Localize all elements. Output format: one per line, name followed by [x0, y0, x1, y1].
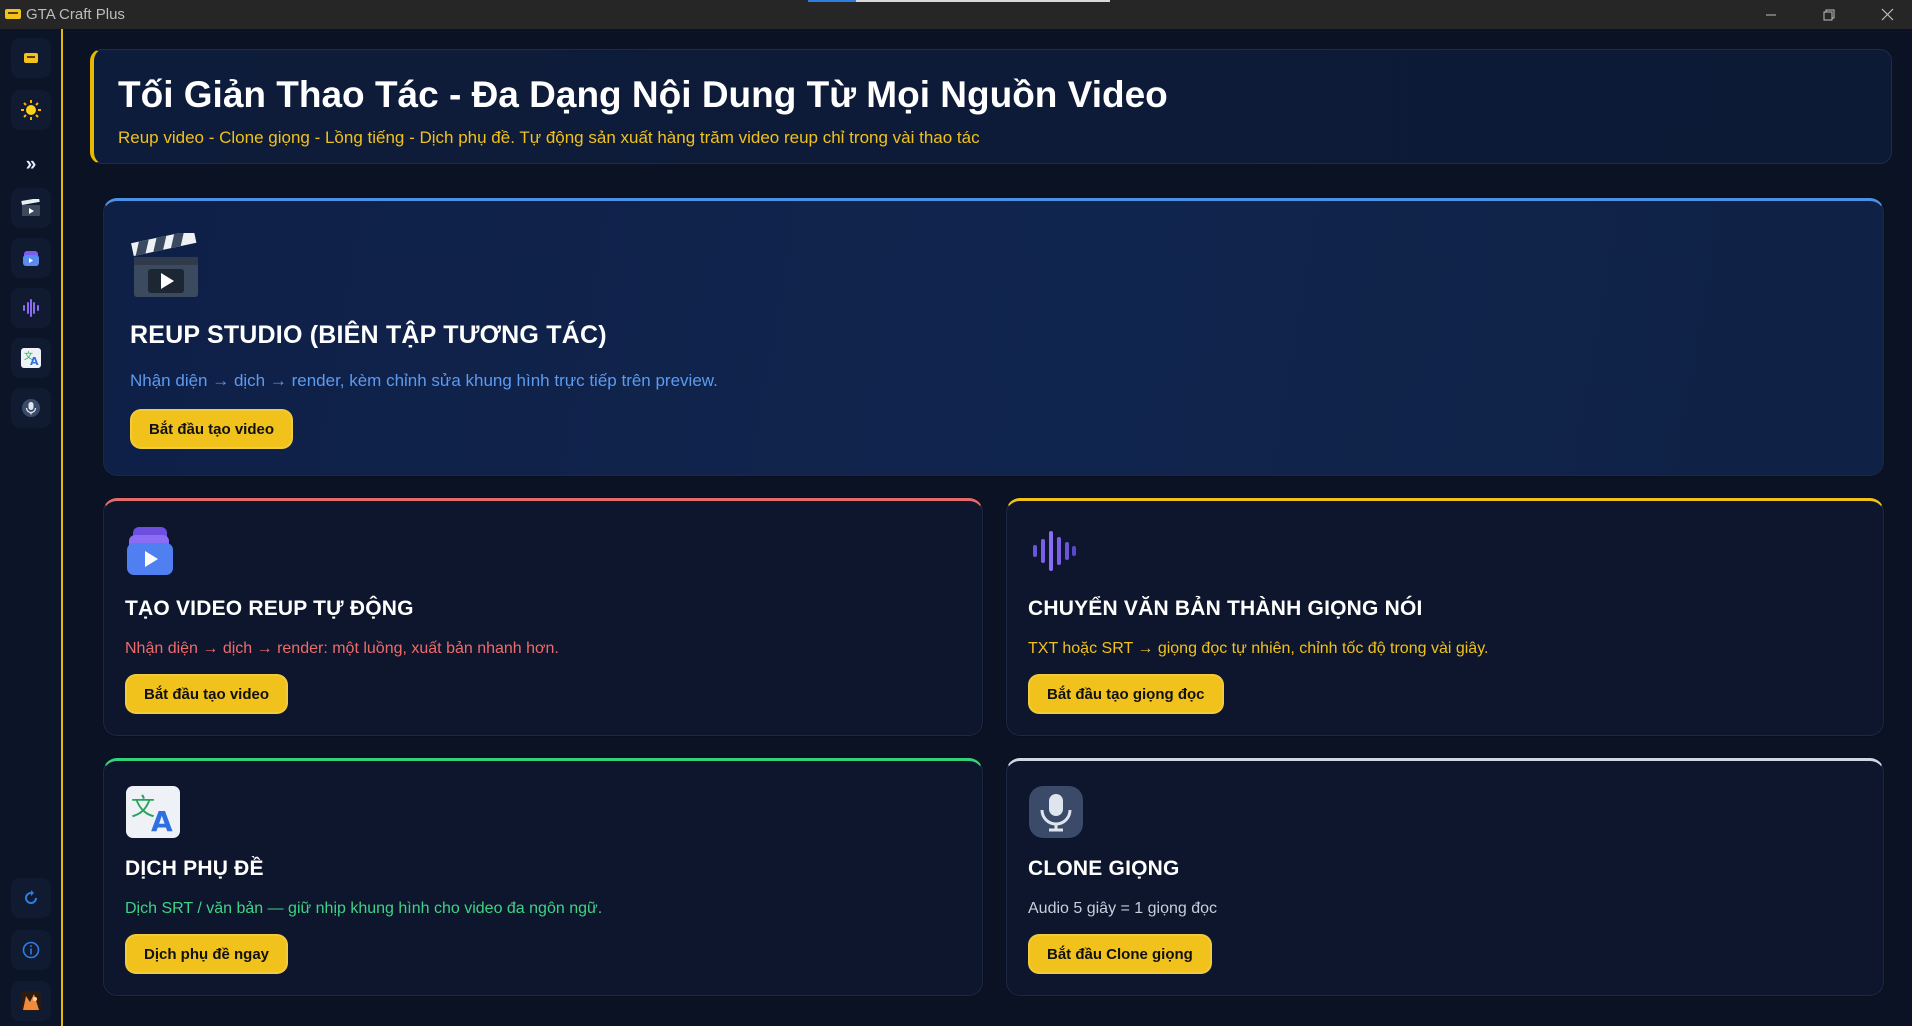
translate-icon: 文 A: [126, 786, 180, 838]
window-title: GTA Craft Plus: [26, 6, 125, 23]
start-voice-clone-button[interactable]: Bắt đầu Clone giọng: [1028, 934, 1212, 974]
info-icon: [22, 941, 40, 959]
expand-chevrons-icon: »: [25, 154, 37, 175]
page-subtitle: Reup video - Clone giọng - Lồng tiếng - …: [118, 128, 980, 147]
translate-icon: 文 A: [21, 348, 41, 368]
theme-sun-icon: [21, 100, 41, 120]
start-reup-studio-button[interactable]: Bắt đầu tạo video: [130, 409, 294, 449]
sidebar-item-subtitle[interactable]: 文 A: [11, 338, 51, 378]
card-icon-container: [125, 525, 175, 582]
page-header: Tối Giản Thao Tác - Đa Dạng Nội Dung Từ …: [90, 49, 1892, 164]
app-logo-icon: [24, 53, 38, 63]
video-stack-icon: [127, 527, 173, 575]
card-auto-reup: TẠO VIDEO REUP TỰ ĐỘNG Nhận diện → dịch …: [103, 498, 983, 736]
card-voice-clone: CLONE GIỌNG Audio 5 giây = 1 giọng đọc B…: [1006, 758, 1884, 996]
sidebar-item-reup-studio[interactable]: [11, 188, 51, 228]
minimize-button[interactable]: [1742, 0, 1800, 29]
card-description: Audio 5 giây = 1 giọng đọc: [1028, 900, 1218, 917]
card-subtitle-translate: 文 A DỊCH PHỤ ĐỀ Dịch SRT / văn bản — giữ…: [103, 758, 983, 996]
app-logo-icon: [5, 9, 21, 19]
restore-icon: [1823, 9, 1835, 20]
minimize-icon: [1766, 14, 1776, 15]
refresh-icon: [25, 890, 37, 904]
card-description: TXT hoặc SRT → giọng đọc tự nhiên, chỉnh…: [1028, 640, 1489, 657]
sidebar-item-refresh[interactable]: [11, 878, 51, 918]
restore-button[interactable]: [1800, 0, 1858, 29]
video-stack-icon: [23, 251, 39, 266]
card-icon-container: 文 A: [125, 785, 181, 844]
card-title: CHUYỂN VĂN BẢN THÀNH GIỌNG NÓI: [1028, 597, 1423, 620]
card-text-to-speech: CHUYỂN VĂN BẢN THÀNH GIỌNG NÓI TXT hoặc …: [1006, 498, 1884, 736]
loading-progress-fill: [808, 0, 857, 2]
card-title: REUP STUDIO (BIÊN TẬP TƯƠNG TÁC): [130, 321, 607, 349]
card-description: Nhận diện → dịch → render: một luồng, xu…: [125, 640, 559, 657]
card-icon-container: [1028, 525, 1078, 582]
close-button[interactable]: [1858, 0, 1912, 29]
user-avatar-icon: [21, 991, 41, 1011]
sidebar-item-theme[interactable]: [11, 90, 51, 130]
card-title: CLONE GIỌNG: [1028, 857, 1180, 880]
svg-text:A: A: [30, 355, 39, 368]
sidebar: » 文 A: [0, 29, 63, 1026]
sidebar-item-account[interactable]: [11, 981, 51, 1021]
waveform-icon: [1033, 531, 1076, 571]
svg-text:A: A: [151, 805, 173, 838]
start-tts-button[interactable]: Bắt đầu tạo giọng đọc: [1028, 674, 1224, 714]
loading-progress-bar: [808, 0, 1110, 2]
card-description: Nhận diện → dịch → render, kèm chỉnh sửa…: [130, 371, 718, 390]
sidebar-item-home[interactable]: [11, 38, 51, 78]
card-description: Dịch SRT / văn bản — giữ nhịp khung hình…: [125, 900, 603, 917]
card-icon-container: [130, 229, 202, 304]
microphone-icon: [22, 399, 40, 417]
clapperboard-icon: [21, 199, 40, 216]
sidebar-expand-button[interactable]: »: [11, 145, 51, 185]
waveform-icon: [23, 299, 39, 317]
card-title: TẠO VIDEO REUP TỰ ĐỘNG: [125, 597, 414, 620]
sidebar-item-auto-reup[interactable]: [11, 238, 51, 278]
card-reup-studio: REUP STUDIO (BIÊN TẬP TƯƠNG TÁC) Nhận di…: [103, 198, 1884, 476]
microphone-icon: [1029, 786, 1083, 838]
title-bar: GTA Craft Plus: [0, 0, 1912, 29]
close-icon: [1881, 8, 1893, 21]
card-title: DỊCH PHỤ ĐỀ: [125, 857, 264, 880]
translate-subtitle-button[interactable]: Dịch phụ đề ngay: [125, 934, 289, 974]
clapperboard-icon: [131, 229, 198, 297]
card-icon-container: [1028, 785, 1084, 844]
page-title: Tối Giản Thao Tác - Đa Dạng Nội Dung Từ …: [118, 74, 1168, 115]
sidebar-item-info[interactable]: [11, 930, 51, 970]
start-auto-reup-button[interactable]: Bắt đầu tạo video: [125, 674, 289, 714]
sidebar-item-tts[interactable]: [11, 288, 51, 328]
sidebar-item-clone[interactable]: [11, 388, 51, 428]
